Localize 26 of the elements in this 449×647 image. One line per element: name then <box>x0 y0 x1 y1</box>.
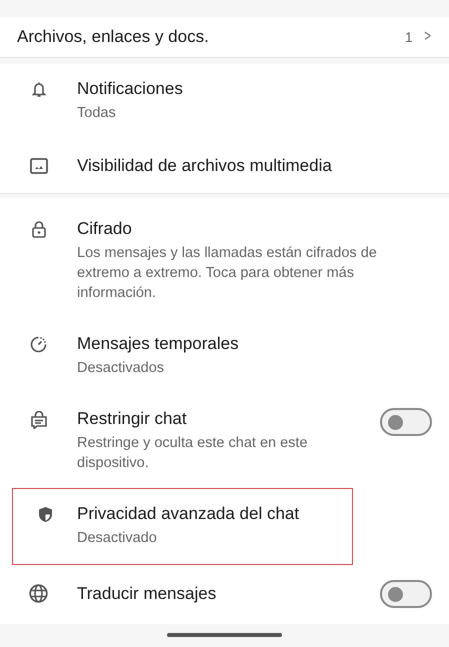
toggle-switch[interactable] <box>380 580 432 608</box>
setting-subtitle: Los mensajes y las llamadas están cifrados de extremo a extremo. Toca para obtener más información. <box>77 244 378 303</box>
setting-subtitle: Desactivado <box>77 528 158 548</box>
timer-icon <box>30 336 47 353</box>
toggle-switch[interactable] <box>380 408 432 436</box>
files-count: 1 <box>404 29 413 46</box>
setting-subtitle: Restringe y oculta este chat en este dispositivo. <box>77 434 309 473</box>
setting-title[interactable]: Cifrado <box>77 218 432 240</box>
setting-subtitle: Desactivados <box>77 358 166 378</box>
setting-title[interactable]: Privacidad avanzada del chat <box>77 502 335 525</box>
setting-subtitle: Todas <box>77 104 117 124</box>
bell-icon <box>32 81 46 98</box>
lock-icon <box>32 220 46 238</box>
setting-title[interactable]: Restringir chat <box>77 408 368 430</box>
globe-icon <box>29 584 48 604</box>
files-label: Archivos, enlaces y docs. <box>17 27 210 48</box>
files-row[interactable]: Archivos, enlaces y docs. 1 > <box>0 17 449 58</box>
shield-icon <box>38 506 52 523</box>
chat-lock-icon <box>30 410 46 429</box>
image-icon <box>30 158 48 174</box>
home-indicator[interactable] <box>167 633 282 638</box>
setting-title[interactable]: Mensajes temporales <box>77 332 432 355</box>
chevron-icon: > <box>424 28 431 46</box>
setting-title[interactable]: Traducir mensajes <box>77 582 368 605</box>
setting-title[interactable]: Visibilidad de archivos multimedia <box>77 155 432 178</box>
setting-title[interactable]: Notificaciones <box>77 78 432 100</box>
